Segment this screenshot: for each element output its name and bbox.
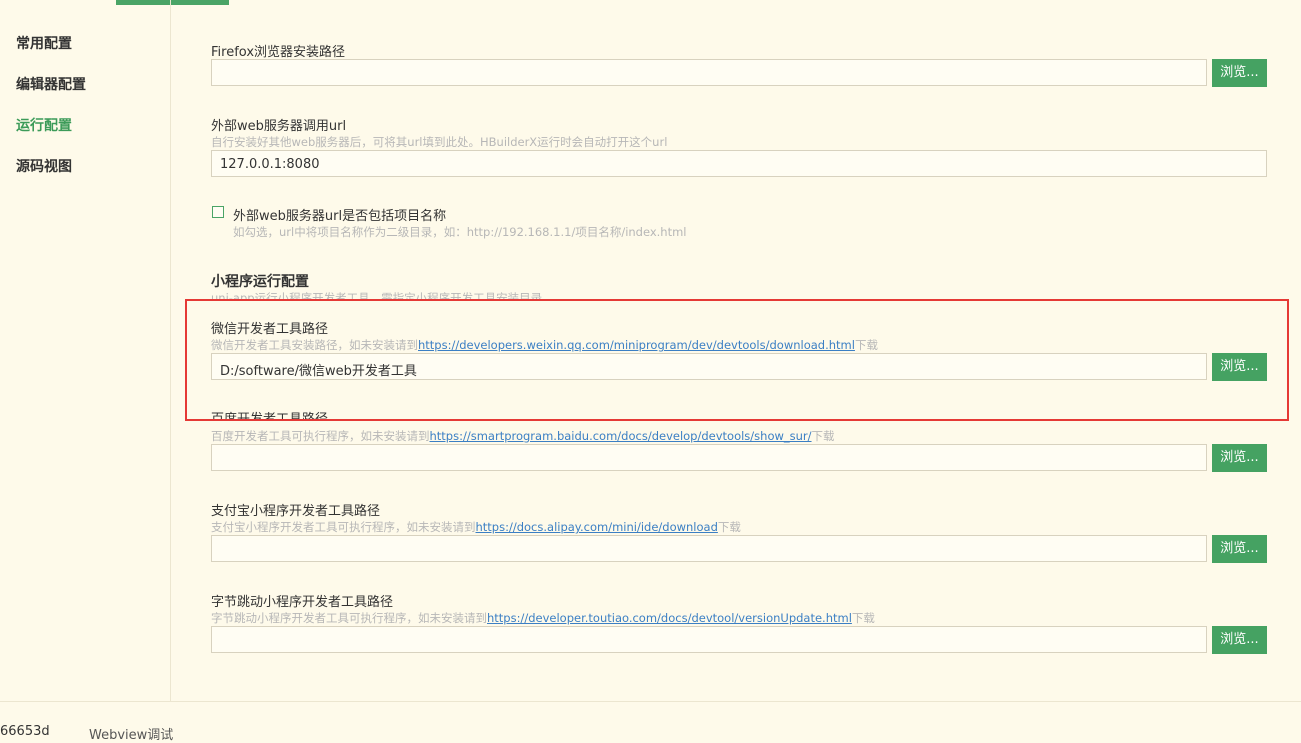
firefox-path-input[interactable] [211,59,1207,86]
sidebar-item-editor[interactable]: 编辑器配置 [16,74,86,94]
weixin-download-link[interactable]: https://developers.weixin.qq.com/minipro… [418,338,855,352]
toutiao-path-hint: 字节跳动小程序开发者工具可执行程序，如未安装请到https://develope… [211,611,875,625]
alipay-path-input[interactable] [211,535,1207,562]
baidu-download-link[interactable]: https://smartprogram.baidu.com/docs/deve… [430,429,812,443]
tab-webview-debug[interactable]: Webview调试 [89,724,173,743]
webserver-url-hint: 自行安装好其他web服务器后，可将其url填到此处。HBuilderX运行时会自… [211,135,668,149]
include-project-checkbox[interactable] [212,206,224,218]
miniprogram-section-title: 小程序运行配置 [211,274,309,290]
baidu-path-input[interactable] [211,444,1207,471]
toutiao-download-link[interactable]: https://developer.toutiao.com/docs/devto… [487,611,852,625]
alipay-browse-button[interactable]: 浏览... [1212,535,1267,563]
firefox-browse-button[interactable]: 浏览... [1212,59,1267,87]
alipay-download-link[interactable]: https://docs.alipay.com/mini/ide/downloa… [476,520,718,534]
weixin-path-input[interactable]: D:/software/微信web开发者工具 [211,353,1207,380]
baidu-browse-button[interactable]: 浏览... [1212,444,1267,472]
weixin-path-hint: 微信开发者工具安装路径，如未安装请到https://developers.wei… [211,338,878,352]
include-project-label[interactable]: 外部web服务器url是否包括项目名称 [233,205,446,224]
toutiao-path-input[interactable] [211,626,1207,653]
sidebar-item-source-view[interactable]: 源码视图 [16,156,72,176]
sidebar-item-common[interactable]: 常用配置 [16,33,72,53]
bottom-panel-bar: 66653d Webview调试 [0,701,1301,743]
include-project-hint: 如勾选，url中将项目名称作为二级目录，如：http://192.168.1.1… [233,225,687,239]
settings-sidebar: 常用配置 编辑器配置 运行配置 源码视图 [0,0,171,701]
webserver-url-label: 外部web服务器调用url [211,119,347,134]
bottom-left-text: 66653d [0,724,50,739]
miniprogram-section-subtitle: uni-app运行小程序开发者工具，需指定小程序开发工具安装目录 [211,291,543,300]
webserver-url-input[interactable]: 127.0.0.1:8080 [211,150,1267,177]
weixin-browse-button[interactable]: 浏览... [1212,353,1267,381]
sidebar-item-run[interactable]: 运行配置 [16,115,72,135]
toutiao-browse-button[interactable]: 浏览... [1212,626,1267,654]
weixin-path-label: 微信开发者工具路径 [211,322,329,337]
alipay-path-hint: 支付宝小程序开发者工具可执行程序，如未安装请到https://docs.alip… [211,520,741,534]
alipay-path-label: 支付宝小程序开发者工具路径 [211,504,381,519]
firefox-path-label: Firefox浏览器安装路径 [211,45,346,60]
baidu-path-hint: 百度开发者工具可执行程序，如未安装请到https://smartprogram.… [211,429,835,443]
toutiao-path-label: 字节跳动小程序开发者工具路径 [211,595,394,610]
baidu-path-label: 百度开发者工具路径 [211,412,329,420]
settings-panel: Firefox浏览器安装路径 浏览... 外部web服务器调用url 自行安装好… [171,0,1301,701]
